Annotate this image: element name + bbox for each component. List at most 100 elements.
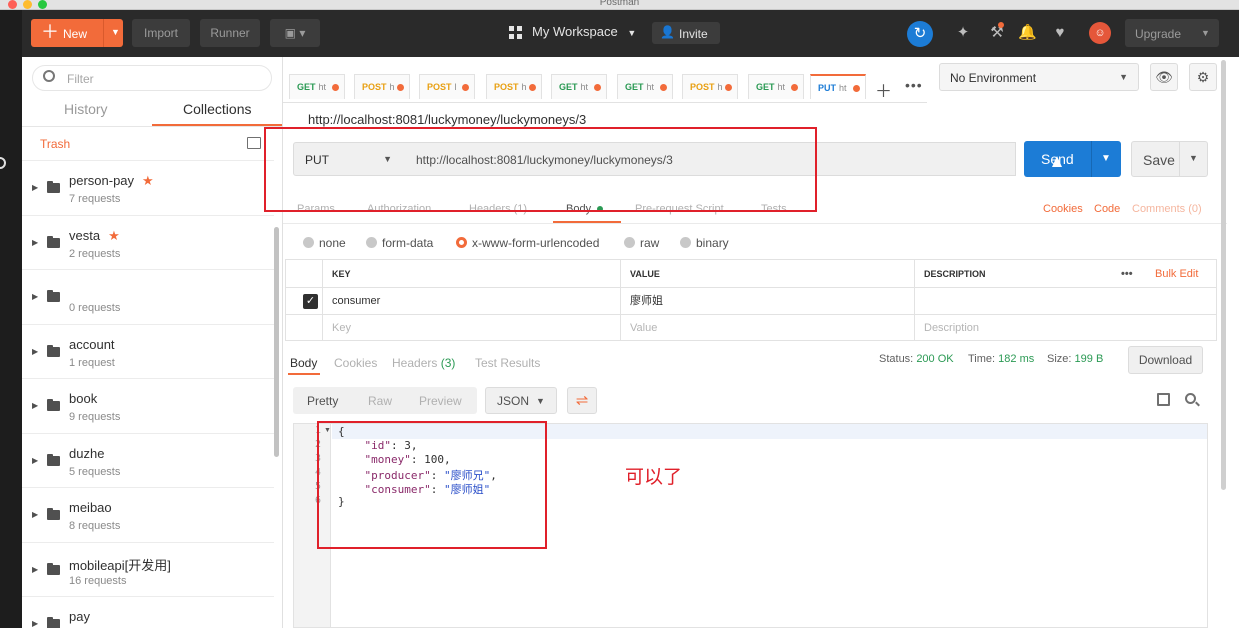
request-title[interactable]: http://localhost:8081/luckymoney/luckymo… xyxy=(308,112,586,127)
add-tab-button[interactable]: ＋ xyxy=(875,77,892,102)
view-pretty-button[interactable]: Pretty xyxy=(307,394,338,408)
key-input[interactable]: Key xyxy=(322,315,620,341)
view-raw-button[interactable]: Raw xyxy=(368,394,392,408)
radio-none[interactable]: none xyxy=(303,236,346,250)
star-icon[interactable]: ★ xyxy=(108,228,120,243)
value-input[interactable]: Value xyxy=(620,315,914,341)
wrap-lines-icon[interactable]: ⇌ xyxy=(567,387,597,414)
folder-icon xyxy=(47,562,60,575)
window-title-bar: Postman xyxy=(0,0,1239,10)
download-button[interactable]: Download xyxy=(1128,346,1203,374)
upgrade-button[interactable]: Upgrade ▼ xyxy=(1125,19,1219,47)
invite-button[interactable]: 👤 Invite xyxy=(652,22,720,44)
request-tab[interactable]: POST l xyxy=(419,74,475,99)
expand-arrow-icon[interactable]: ▶ xyxy=(32,183,38,192)
runner-button[interactable]: Runner xyxy=(200,19,260,47)
expand-arrow-icon[interactable]: ▶ xyxy=(32,565,38,574)
request-tab[interactable]: POST h xyxy=(682,74,738,99)
collection-item[interactable]: ▶ 0 requests xyxy=(22,269,274,324)
search-icon[interactable] xyxy=(1185,393,1196,404)
gear-icon[interactable]: ⚙ xyxy=(1189,63,1217,91)
trash-link[interactable]: Trash xyxy=(40,137,70,151)
filter-input[interactable]: Filter xyxy=(32,65,272,91)
copy-icon[interactable] xyxy=(1157,393,1170,406)
new-button[interactable]: ＋ New ▼ xyxy=(31,19,123,47)
tab-collections[interactable]: Collections xyxy=(183,101,251,117)
radio-binary[interactable]: binary xyxy=(680,236,729,250)
collection-item[interactable]: ▶ meibao 8 requests xyxy=(22,487,274,542)
expand-arrow-icon[interactable]: ▶ xyxy=(32,238,38,247)
size-value: 199 B xyxy=(1074,353,1104,365)
request-tab[interactable]: GET ht xyxy=(551,74,607,99)
import-button[interactable]: Import xyxy=(132,19,190,47)
radio-form-data[interactable]: form-data xyxy=(366,236,433,250)
response-tab-body[interactable]: Body xyxy=(290,356,317,370)
heart-icon[interactable]: ♥ xyxy=(1051,24,1069,42)
expand-arrow-icon[interactable]: ▶ xyxy=(32,456,38,465)
cookies-link[interactable]: Cookies xyxy=(1043,203,1083,215)
collection-item[interactable]: ▶ duzhe 5 requests xyxy=(22,432,274,488)
chevron-down-icon[interactable]: ▼ xyxy=(111,27,120,37)
star-icon[interactable]: ★ xyxy=(142,173,154,188)
collection-item[interactable]: ▶ pay xyxy=(22,596,274,628)
radio-circle-icon xyxy=(624,237,635,248)
collection-list: ▶ person-pay ★ 7 requests ▶ vesta ★ 2 requ… xyxy=(22,160,274,628)
radio-urlencoded[interactable]: x-www-form-urlencoded xyxy=(456,236,599,250)
comments-link[interactable]: Comments (0) xyxy=(1132,203,1202,215)
expand-arrow-icon[interactable]: ▶ xyxy=(32,347,38,356)
param-value[interactable]: 廖师姐 xyxy=(620,288,914,314)
expand-arrow-icon[interactable]: ▶ xyxy=(32,619,38,628)
expand-arrow-icon[interactable]: ▶ xyxy=(32,292,38,301)
collection-item[interactable]: ▶ account 1 request xyxy=(22,323,274,379)
response-tab-cookies[interactable]: Cookies xyxy=(334,356,377,370)
folder-icon xyxy=(47,344,60,357)
sidebar-scrollbar[interactable] xyxy=(274,227,279,457)
sync-icon[interactable]: ↻ xyxy=(907,21,933,47)
folder-icon xyxy=(47,508,60,520)
param-key[interactable]: consumer xyxy=(322,288,620,314)
save-button[interactable]: Save ▼ xyxy=(1131,141,1208,177)
eye-icon[interactable]: 👁 xyxy=(1150,63,1178,91)
annotation-request-box xyxy=(264,127,817,212)
request-tab[interactable]: GET ht xyxy=(748,74,804,99)
response-tab-test-results[interactable]: Test Results xyxy=(475,356,540,370)
chevron-down-icon: ▼ xyxy=(627,28,637,38)
request-tab[interactable]: POST h xyxy=(354,74,410,99)
param-description[interactable] xyxy=(914,288,1216,314)
bell-icon[interactable]: 🔔 xyxy=(1018,24,1037,42)
chevron-down-icon[interactable]: ▼ xyxy=(1101,153,1111,164)
request-tab[interactable]: POST h xyxy=(486,74,542,99)
response-tab-headers[interactable]: Headers (3) xyxy=(392,356,455,370)
window-title: Postman xyxy=(599,0,640,8)
more-tabs-icon[interactable]: ••• xyxy=(905,77,923,93)
satellite-icon[interactable]: ✦ xyxy=(954,24,972,42)
new-window-button[interactable]: ▣ ▾ xyxy=(270,19,320,47)
request-tab-active[interactable]: PUT ht xyxy=(810,74,866,99)
code-link[interactable]: Code xyxy=(1094,203,1120,215)
view-preview-button[interactable]: Preview xyxy=(419,394,462,408)
format-select[interactable]: JSON ▼ xyxy=(485,387,557,414)
collection-item[interactable]: ▶ vesta ★ 2 requests xyxy=(22,214,274,270)
radio-circle-icon xyxy=(680,237,691,248)
expand-arrow-icon[interactable]: ▶ xyxy=(32,510,38,519)
radio-raw[interactable]: raw xyxy=(624,236,659,250)
tab-history[interactable]: History xyxy=(64,101,108,117)
collection-item[interactable]: ▶ person-pay ★ 7 requests xyxy=(22,160,274,215)
send-button[interactable]: Send ▼ xyxy=(1024,141,1121,177)
tab-method: POST xyxy=(362,82,387,92)
new-collection-icon[interactable] xyxy=(247,137,261,149)
collection-item[interactable]: ▶ book 9 requests xyxy=(22,378,274,433)
description-input[interactable]: Description xyxy=(914,315,1216,341)
environment-select[interactable]: No Environment ▼ xyxy=(939,63,1139,91)
avatar[interactable]: ☺ xyxy=(1089,22,1111,44)
row-enabled-checkbox[interactable]: ✓ xyxy=(303,294,318,309)
request-tab[interactable]: GET ht xyxy=(617,74,673,99)
chevron-down-icon[interactable]: ▼ xyxy=(1189,153,1198,163)
bulk-edit-link[interactable]: Bulk Edit xyxy=(1146,260,1216,287)
collection-item[interactable]: ▶ mobileapi[开发用] 16 requests xyxy=(22,541,274,597)
annotation-response-box xyxy=(317,421,547,549)
request-tab[interactable]: GET ht xyxy=(289,74,345,99)
main-scrollbar[interactable] xyxy=(1221,60,1226,490)
expand-arrow-icon[interactable]: ▶ xyxy=(32,401,38,410)
workspace-selector[interactable]: My Workspace ▼ xyxy=(532,24,636,39)
